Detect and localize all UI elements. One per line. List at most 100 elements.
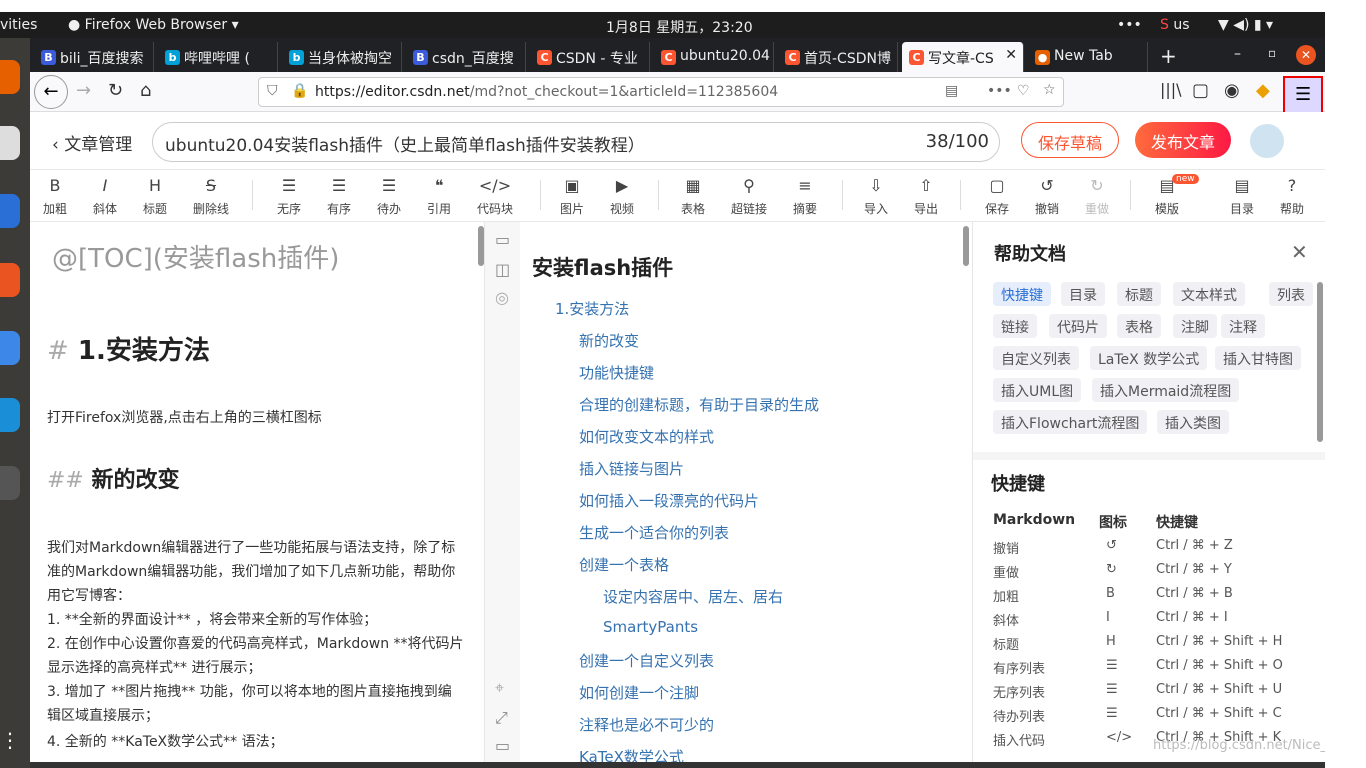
reload-icon[interactable]: ↻ — [108, 80, 123, 101]
forward-icon[interactable]: → — [76, 80, 91, 101]
help-tag[interactable]: 插入Flowchart流程图 — [993, 410, 1148, 434]
help-scrollbar[interactable] — [1317, 282, 1323, 442]
avatar[interactable] — [1250, 124, 1284, 158]
toc-link[interactable]: 1.安装方法 — [555, 298, 629, 319]
help-tag[interactable]: LaTeX 数学公式 — [1090, 346, 1208, 370]
tab-csdn-baidu[interactable]: Bcsdn_百度搜 — [406, 42, 526, 72]
help-tag[interactable]: 目录 — [1061, 282, 1105, 306]
preview-eye-icon[interactable]: ◎ — [495, 288, 509, 307]
close-window-icon[interactable]: ✕ — [1296, 45, 1316, 65]
tab-new-tab[interactable]: ● New Tab — [1028, 42, 1148, 72]
save-draft-button[interactable]: 保存草稿 — [1021, 122, 1119, 158]
open-menu-icon[interactable]: ☰ — [1283, 76, 1323, 116]
tab-csdn-home[interactable]: C CSDN - 专业 — [530, 42, 650, 72]
help-tag[interactable]: 插入Mermaid流程图 — [1092, 378, 1240, 402]
close-tab-icon[interactable]: ✕ — [1005, 47, 1017, 63]
publish-button[interactable]: 发布文章 — [1135, 122, 1231, 158]
url-bar[interactable]: ⛉ 🔒 https://editor.csdn.net/md?not_check… — [258, 77, 1064, 107]
italic-button[interactable]: I 斜体 — [80, 176, 130, 217]
toc-link[interactable]: KaTeX数学公式 — [579, 746, 684, 762]
pocket-icon[interactable]: ♡ — [1017, 83, 1030, 99]
template-button[interactable]: ▤ 模版 new — [1142, 174, 1199, 217]
tab-ubuntu-article[interactable]: Cubuntu20.04 — [654, 42, 774, 72]
toc-button[interactable]: ▤ 目录 — [1217, 176, 1267, 217]
preview-scrollbar[interactable] — [963, 226, 969, 266]
toc-link[interactable]: 设定内容居中、居左、居右 — [603, 586, 783, 607]
tab-bilibili[interactable]: b 哔哩哔哩 ( — [158, 42, 278, 72]
help-tag[interactable]: 列表 — [1269, 282, 1313, 306]
wifi-icon[interactable]: ▼ ◀) ▮ ▾ — [1218, 17, 1273, 33]
account-icon[interactable]: ◉ — [1224, 80, 1240, 101]
show-apps-icon[interactable]: ⋮ — [0, 728, 20, 762]
system-dots[interactable]: ••• — [1117, 17, 1142, 33]
files-dock-icon[interactable] — [0, 126, 20, 160]
split-view-icon[interactable]: ◫ — [495, 260, 510, 279]
tab-bili-baidu[interactable]: Bbili_百度搜索 — [34, 42, 154, 72]
heading-button[interactable]: H 标题 — [130, 176, 180, 217]
toc-link[interactable]: SmartyPants — [603, 618, 698, 636]
article-title-input[interactable]: ubuntu20.04安装flash插件（史上最简单flash插件安装教程） 38… — [152, 122, 1000, 162]
unordered-list-button[interactable]: ☰ 无序 — [264, 176, 314, 217]
library-icon[interactable]: |||\ — [1160, 80, 1182, 99]
toc-link[interactable]: 插入链接与图片 — [579, 458, 684, 479]
reader-view-icon[interactable]: ▤ — [945, 83, 958, 99]
code-block-button[interactable]: </> 代码块 — [470, 176, 520, 217]
help-tag[interactable]: 插入甘特图 — [1215, 346, 1301, 370]
toc-link[interactable]: 如何创建一个注脚 — [579, 682, 699, 703]
toc-link[interactable]: 新的改变 — [579, 330, 639, 351]
help-tag[interactable]: 注脚 — [1173, 314, 1217, 338]
help-tag[interactable]: 表格 — [1117, 314, 1161, 338]
help-tag[interactable]: 插入类图 — [1157, 410, 1229, 434]
toc-link[interactable]: 如何插入一段漂亮的代码片 — [579, 490, 759, 511]
table-button[interactable]: ▦ 表格 — [668, 176, 718, 217]
help-tag[interactable]: 标题 — [1117, 282, 1161, 306]
bold-button[interactable]: B 加粗 — [30, 176, 80, 217]
bookmark-star-icon[interactable]: ☆ — [1043, 82, 1056, 98]
undo-button[interactable]: ↺ 撤销 — [1022, 176, 1072, 217]
help-button[interactable]: ? 帮助 — [1267, 176, 1317, 217]
help-tag[interactable]: 代码片 — [1049, 314, 1107, 338]
tab-csdn-blog[interactable]: C 首页-CSDN博 — [778, 42, 898, 72]
locate-icon[interactable]: ⌖ — [495, 678, 504, 698]
shield-icon[interactable]: ⛉ — [267, 83, 278, 99]
tab-write-article[interactable]: C 写文章-CS ✕ — [902, 42, 1024, 72]
markdown-editor[interactable]: @[TOC](安装flash插件) # 1.安装方法 打开Firefox浏览器,… — [30, 222, 485, 762]
trash-dock-icon[interactable] — [0, 466, 20, 500]
activities-button[interactable]: vities — [0, 17, 37, 33]
help-dock-icon[interactable] — [0, 331, 20, 365]
app-menu[interactable]: ● Firefox Web Browser ▾ — [68, 17, 239, 33]
page-actions-icon[interactable]: ••• — [987, 83, 1012, 99]
redo-button[interactable]: ↻ 重做 — [1072, 176, 1122, 217]
link-button[interactable]: ⚲ 超链接 — [724, 176, 774, 217]
back-icon[interactable]: ← — [34, 75, 68, 109]
strikethrough-button[interactable]: S 删除线 — [186, 176, 236, 217]
toc-link[interactable]: 功能快捷键 — [579, 362, 654, 383]
import-button[interactable]: ⇩ 导入 — [851, 176, 901, 217]
sidebar-icon[interactable]: ▢ — [1192, 80, 1209, 101]
todo-list-button[interactable]: ☰ 待办 — [364, 176, 414, 217]
new-tab-icon[interactable]: + — [1160, 44, 1177, 68]
save-button[interactable]: ▢ 保存 — [972, 176, 1022, 217]
toc-link[interactable]: 如何改变文本的样式 — [579, 426, 714, 447]
layout-icon[interactable]: ▭ — [495, 736, 510, 755]
tab-bilibili-video[interactable]: b 当身体被掏空 — [282, 42, 402, 72]
home-icon[interactable]: ⌂ — [140, 80, 151, 101]
toc-link[interactable]: 创建一个表格 — [579, 554, 669, 575]
help-tag[interactable]: 自定义列表 — [993, 346, 1079, 370]
clock[interactable]: 1月8日 星期五，23:20 — [606, 17, 753, 37]
help-tag[interactable]: 注释 — [1221, 314, 1265, 338]
extension-icon[interactable]: ◆ — [1256, 80, 1270, 101]
help-tag[interactable]: 链接 — [993, 314, 1037, 338]
input-method[interactable]: S us — [1160, 17, 1190, 33]
image-button[interactable]: ▣ 图片 — [547, 176, 597, 217]
close-icon[interactable]: ✕ — [1291, 240, 1308, 264]
minimize-icon[interactable]: – — [1234, 46, 1241, 62]
maximize-icon[interactable]: ▫ — [1268, 46, 1276, 60]
fullscreen-icon[interactable]: ⤢ — [495, 708, 508, 728]
summary-button[interactable]: ≡ 摘要 — [780, 176, 830, 217]
help-tag[interactable]: 插入UML图 — [993, 378, 1082, 402]
toc-link[interactable]: 生成一个适合你的列表 — [579, 522, 729, 543]
ordered-list-button[interactable]: ☰ 有序 — [314, 176, 364, 217]
writer-dock-icon[interactable] — [0, 194, 20, 228]
editor-only-icon[interactable]: ▭ — [495, 230, 510, 249]
